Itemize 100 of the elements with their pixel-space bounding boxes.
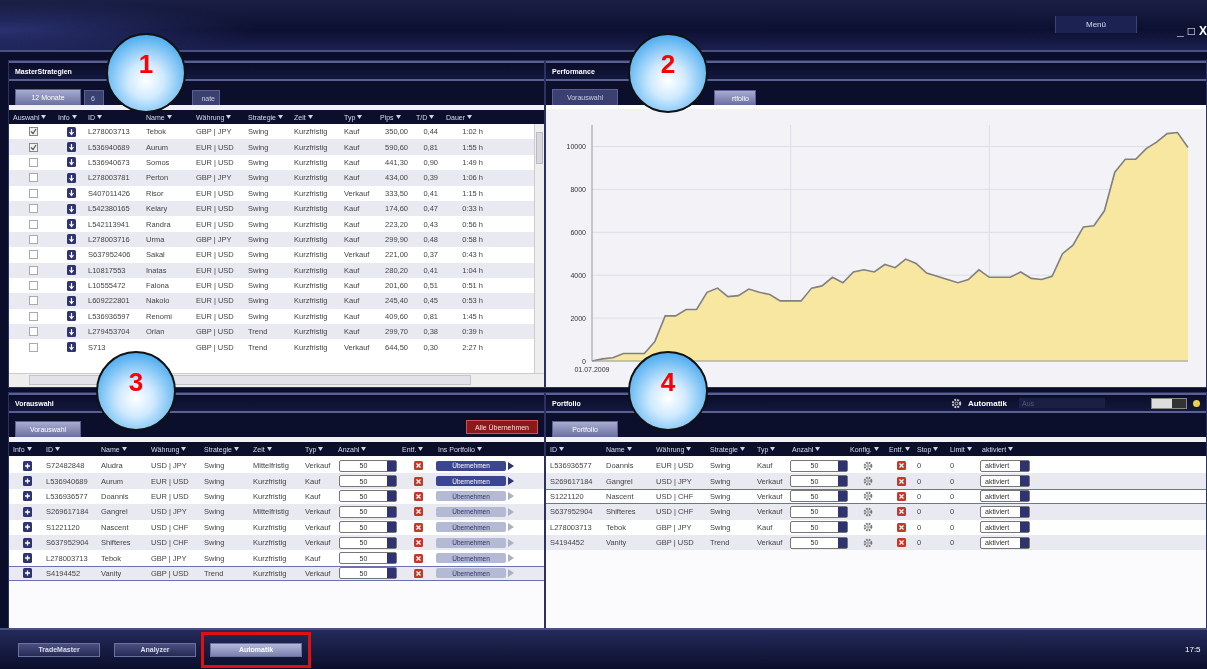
checkbox[interactable]	[29, 173, 38, 183]
caret-icon	[166, 115, 172, 119]
delete-icon[interactable]	[413, 507, 423, 517]
arrow-down-icon[interactable]	[66, 296, 76, 306]
plus-icon[interactable]	[23, 506, 32, 517]
delete-icon[interactable]	[896, 476, 906, 486]
arrow-down-icon[interactable]	[66, 265, 76, 276]
arrow-down-icon[interactable]	[66, 326, 76, 337]
delete-icon[interactable]	[896, 522, 906, 532]
gear-icon[interactable]	[862, 491, 873, 502]
caret-icon	[234, 447, 240, 451]
caret-icon	[966, 447, 972, 451]
status-light-icon	[1193, 399, 1200, 407]
caret-icon	[626, 447, 632, 451]
checkbox[interactable]	[29, 265, 38, 275]
arrow-down-icon[interactable]	[66, 219, 76, 230]
caret-icon	[476, 447, 482, 451]
caret-icon	[740, 447, 746, 451]
arrow-down-icon[interactable]	[66, 157, 76, 168]
window-control[interactable]: X	[1199, 24, 1207, 38]
plus-icon[interactable]	[23, 476, 32, 487]
caret-icon	[278, 115, 284, 119]
plus-icon[interactable]	[23, 553, 32, 564]
caret-icon	[357, 115, 363, 119]
checkbox[interactable]	[29, 157, 38, 167]
caret-icon	[1008, 447, 1014, 451]
caret-icon	[121, 447, 127, 451]
checkbox[interactable]	[29, 327, 38, 337]
delete-icon[interactable]	[413, 476, 423, 486]
checkbox[interactable]	[29, 250, 38, 260]
caret-icon	[266, 447, 272, 451]
arrow-down-icon[interactable]	[66, 126, 76, 137]
caret-icon	[41, 115, 47, 119]
plus-icon[interactable]	[23, 568, 32, 579]
gear-icon[interactable]	[862, 476, 873, 487]
arrow-down-icon[interactable]	[66, 280, 76, 291]
caret-icon	[770, 447, 776, 451]
gear-icon[interactable]	[862, 522, 873, 533]
caret-icon	[318, 447, 324, 451]
arrow-down-icon[interactable]	[66, 188, 76, 199]
arrow-down-icon[interactable]	[66, 342, 76, 353]
checkbox[interactable]	[29, 311, 38, 321]
plus-icon[interactable]	[23, 537, 32, 548]
arrow-down-icon[interactable]	[66, 234, 76, 245]
plus-icon[interactable]	[23, 522, 32, 533]
caret-icon	[905, 447, 911, 451]
checkbox[interactable]	[29, 127, 38, 137]
checkbox[interactable]	[29, 204, 38, 214]
gear-icon[interactable]	[862, 537, 873, 548]
caret-icon	[307, 115, 313, 119]
arrow-down-icon[interactable]	[66, 203, 76, 214]
window-control[interactable]: _	[1177, 24, 1184, 38]
plus-icon[interactable]	[23, 491, 32, 502]
checkbox[interactable]	[29, 281, 38, 291]
checkbox[interactable]	[29, 188, 38, 198]
checkbox[interactable]	[29, 219, 38, 229]
checkbox[interactable]	[29, 342, 38, 352]
gear-icon[interactable]	[862, 460, 873, 471]
checkbox[interactable]	[29, 234, 38, 244]
delete-icon[interactable]	[413, 491, 423, 501]
caret-icon	[55, 447, 60, 451]
checkbox[interactable]	[29, 296, 38, 306]
delete-icon[interactable]	[896, 538, 906, 548]
automation-label: Automatik	[967, 398, 1007, 408]
caret-icon	[226, 115, 232, 119]
window-control[interactable]: □	[1187, 24, 1195, 38]
arrow-down-icon[interactable]	[66, 142, 76, 153]
delete-icon[interactable]	[413, 568, 423, 578]
gear-icon[interactable]	[862, 506, 873, 517]
delete-icon[interactable]	[896, 507, 906, 517]
caret-icon	[873, 447, 879, 451]
delete-icon[interactable]	[413, 538, 423, 548]
caret-icon	[181, 447, 187, 451]
caret-icon	[933, 447, 939, 451]
caret-icon	[418, 447, 424, 451]
caret-icon	[395, 115, 401, 119]
arrow-down-icon[interactable]	[66, 249, 76, 260]
caret-icon	[26, 447, 32, 451]
arrow-down-icon[interactable]	[66, 172, 76, 183]
caret-icon	[97, 115, 102, 119]
clock: 17:5	[1185, 645, 1202, 654]
caret-icon	[361, 447, 367, 451]
caret-icon	[429, 115, 435, 119]
arrow-down-icon[interactable]	[66, 311, 76, 322]
caret-icon	[559, 447, 564, 451]
delete-icon[interactable]	[413, 553, 423, 563]
delete-icon[interactable]	[413, 522, 423, 532]
checkbox[interactable]	[29, 142, 38, 152]
caret-icon	[467, 115, 473, 119]
delete-icon[interactable]	[896, 461, 906, 471]
caret-icon	[71, 115, 77, 119]
plus-icon[interactable]	[23, 460, 32, 471]
delete-icon[interactable]	[413, 461, 423, 471]
menu-button[interactable]: Menü	[1055, 16, 1137, 33]
delete-icon[interactable]	[896, 491, 906, 501]
caret-icon	[815, 447, 821, 451]
vertical-scrollbar[interactable]	[534, 124, 544, 373]
settings-icon[interactable]	[950, 397, 962, 409]
caret-icon	[686, 447, 692, 451]
toggle-switch[interactable]	[1151, 397, 1187, 409]
